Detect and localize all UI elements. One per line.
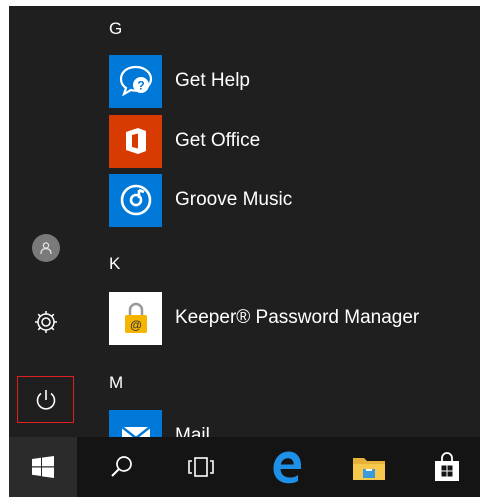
edge-icon bbox=[273, 451, 301, 484]
start-menu-rail bbox=[9, 6, 81, 437]
task-view-button[interactable] bbox=[168, 437, 234, 497]
keeper-tile: @ bbox=[109, 291, 162, 345]
app-item-keeper[interactable]: @ Keeper® Password Manager bbox=[109, 291, 469, 345]
settings-button[interactable] bbox=[25, 301, 67, 343]
file-explorer-button[interactable] bbox=[336, 437, 402, 497]
groove-music-tile bbox=[109, 173, 162, 227]
store-button[interactable] bbox=[414, 437, 480, 497]
app-label: Groove Music bbox=[175, 189, 293, 210]
gear-icon bbox=[35, 311, 57, 333]
keeper-lock-icon: @ bbox=[124, 302, 147, 333]
mail-icon bbox=[120, 426, 151, 437]
windows-logo-icon bbox=[32, 456, 54, 478]
power-icon bbox=[36, 389, 55, 410]
svg-text:?: ? bbox=[137, 79, 144, 93]
mail-tile bbox=[109, 409, 162, 437]
taskbar bbox=[9, 437, 480, 497]
user-account-button[interactable] bbox=[25, 227, 67, 269]
task-view-icon bbox=[188, 457, 214, 477]
app-item-mail[interactable]: Mail bbox=[109, 409, 469, 437]
app-item-get-help[interactable]: ? Get Help bbox=[109, 54, 469, 108]
app-list: G ? Get Help Get Office Groove Music K @… bbox=[109, 6, 480, 437]
app-item-get-office[interactable]: Get Office bbox=[109, 114, 469, 168]
groove-music-icon bbox=[120, 184, 151, 216]
get-help-icon: ? bbox=[119, 65, 152, 97]
app-label: Get Office bbox=[175, 130, 261, 151]
file-explorer-icon bbox=[353, 458, 385, 480]
store-icon bbox=[435, 452, 459, 481]
section-header-m[interactable]: M bbox=[109, 371, 123, 395]
start-button[interactable] bbox=[9, 437, 77, 497]
start-menu: G ? Get Help Get Office Groove Music K @… bbox=[9, 6, 480, 437]
app-label: Keeper® Password Manager bbox=[175, 307, 420, 328]
app-item-groove-music[interactable]: Groove Music bbox=[109, 173, 469, 227]
svg-text:@: @ bbox=[130, 318, 142, 332]
section-header-g[interactable]: G bbox=[109, 17, 122, 41]
app-label: Mail bbox=[175, 425, 210, 437]
search-icon bbox=[111, 456, 132, 477]
get-office-tile bbox=[109, 114, 162, 168]
edge-button[interactable] bbox=[254, 437, 320, 497]
app-label: Get Help bbox=[175, 70, 250, 91]
power-button[interactable] bbox=[17, 376, 74, 423]
search-button[interactable] bbox=[89, 437, 155, 497]
get-help-tile: ? bbox=[109, 54, 162, 108]
user-icon bbox=[40, 242, 52, 255]
section-header-k[interactable]: K bbox=[109, 252, 120, 276]
office-icon bbox=[125, 128, 146, 154]
avatar bbox=[32, 234, 60, 262]
